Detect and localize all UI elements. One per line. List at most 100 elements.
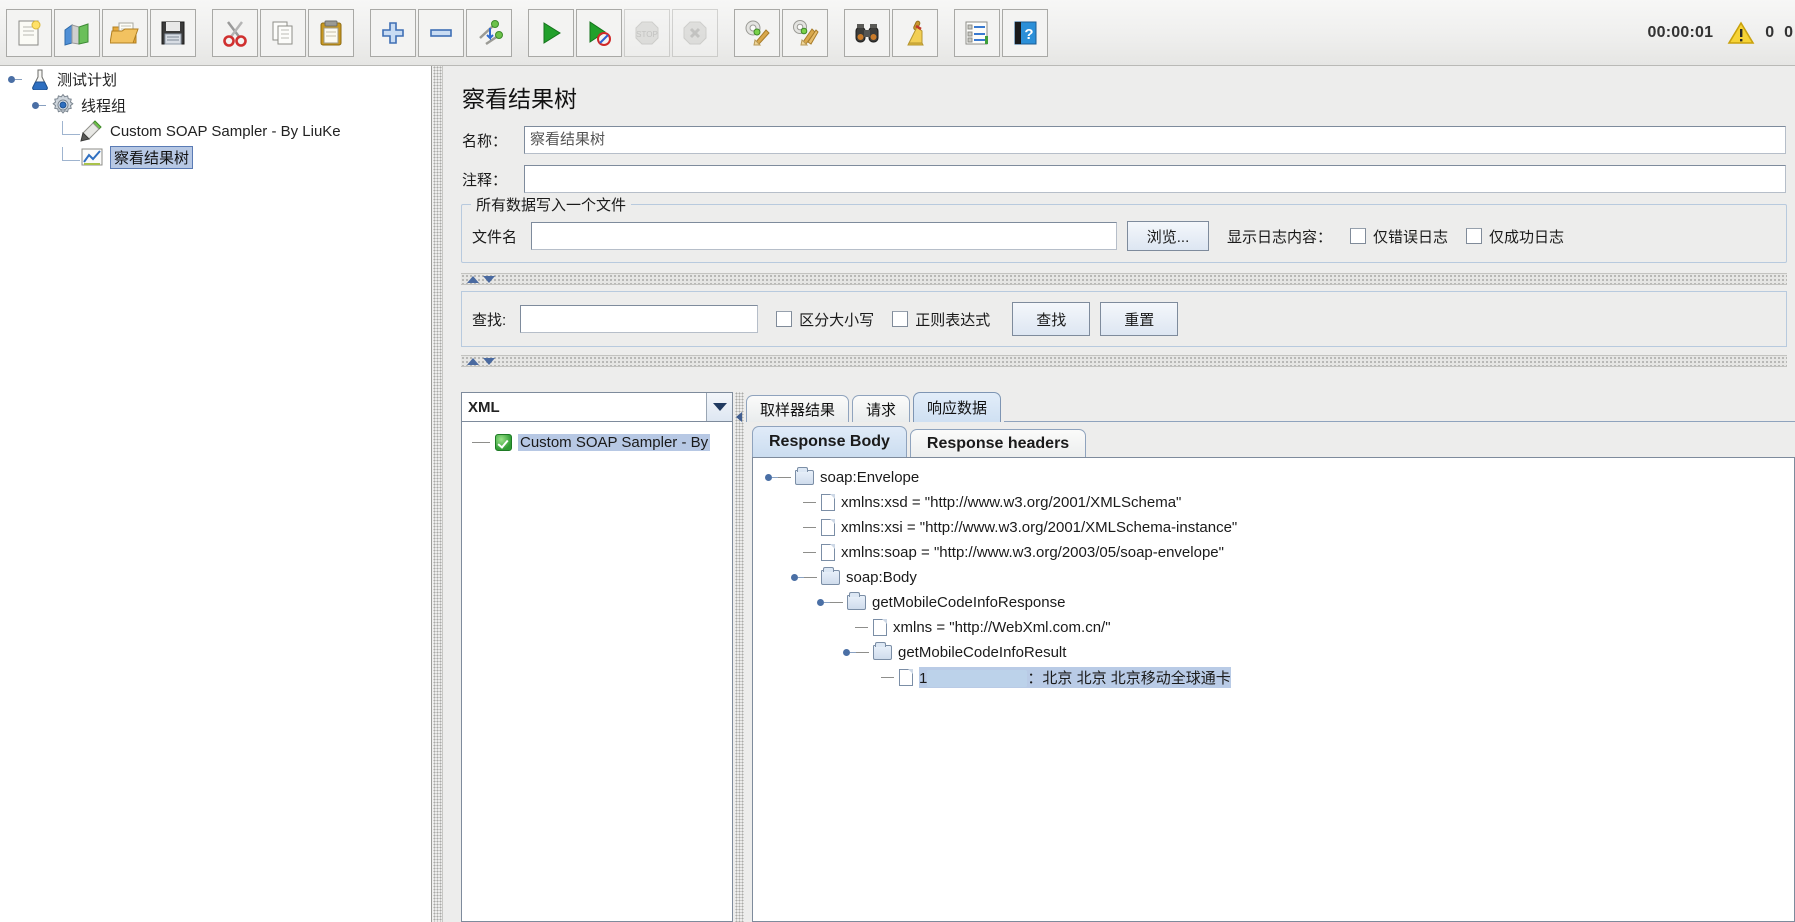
svg-text:STOP: STOP <box>636 30 658 39</box>
filename-input[interactable] <box>531 222 1118 250</box>
vertical-split-divider[interactable] <box>735 392 744 922</box>
collapse-up-icon[interactable] <box>467 357 479 365</box>
xml-response-tree[interactable]: soap:Envelope xmlns:xsd = "http://www.w3… <box>752 457 1795 922</box>
xml-tree-node[interactable]: getMobileCodeInfoResponse <box>753 590 1794 615</box>
toggle-button[interactable] <box>466 8 512 57</box>
stop-button[interactable]: STOP <box>624 8 670 57</box>
success-only-checkbox[interactable]: 仅成功日志 <box>1466 226 1564 247</box>
gear-broom-all-icon <box>793 19 819 45</box>
subtab-response-body[interactable]: Response Body <box>752 426 907 457</box>
subtab-response-headers[interactable]: Response headers <box>909 429 1087 457</box>
tab-sampler-result[interactable]: 取样器结果 <box>746 395 850 422</box>
xml-node-suffix: ：北京 北京 北京移动全球通卡 <box>1027 670 1231 687</box>
expander-icon[interactable] <box>32 100 46 111</box>
search-submit-button[interactable]: 查找 <box>1012 302 1091 336</box>
tree-node-soap-sampler[interactable]: Custom SOAP Sampler - By LiuKe <box>0 118 431 144</box>
help-button[interactable]: ? <box>1002 8 1048 57</box>
warning-indicator[interactable]: 0 <box>1727 20 1774 46</box>
expand-all-button[interactable] <box>370 8 416 57</box>
binoculars-icon <box>855 23 879 42</box>
xml-tree-node[interactable]: getMobileCodeInfoResult <box>753 640 1794 665</box>
xml-tree-node[interactable]: xmlns:soap = "http://www.w3.org/2003/05/… <box>753 540 1794 565</box>
xml-tree-node[interactable]: xmlns = "http://WebXml.com.cn/" <box>753 615 1794 640</box>
collapse-down-icon[interactable] <box>483 275 495 283</box>
tree-node-label: 察看结果树 <box>110 145 194 169</box>
upper-split-divider[interactable] <box>461 273 1787 285</box>
errors-only-checkbox[interactable]: 仅错误日志 <box>1350 226 1448 247</box>
name-input[interactable]: 察看结果树 <box>524 126 1786 154</box>
copy-button[interactable] <box>260 8 306 57</box>
tree-node-label: 线程组 <box>81 97 127 115</box>
start-no-timers-button[interactable] <box>576 8 622 57</box>
minus-icon <box>430 28 452 37</box>
search-reset-button[interactable]: 重置 <box>1100 302 1179 336</box>
regex-checkbox[interactable]: 正则表达式 <box>892 309 990 330</box>
tab-response-data[interactable]: 响应数据 <box>913 392 1002 422</box>
tab-request[interactable]: 请求 <box>852 395 911 422</box>
renderer-dropdown[interactable]: XML <box>461 392 733 422</box>
list-item[interactable]: Custom SOAP Sampler - By <box>462 430 732 454</box>
tree-node-label: Custom SOAP Sampler - By LiuKe <box>110 122 341 140</box>
plus-icon <box>382 21 404 44</box>
reset-search-button[interactable] <box>892 8 938 57</box>
save-button[interactable] <box>150 8 196 57</box>
xml-tree-node[interactable]: soap:Envelope <box>753 465 1794 490</box>
sampler-results-list[interactable]: Custom SOAP Sampler - By <box>461 422 733 922</box>
comment-input[interactable] <box>524 165 1786 193</box>
expander-icon[interactable] <box>791 571 804 584</box>
checkbox-box[interactable] <box>776 311 793 327</box>
browse-button[interactable]: 浏览... <box>1127 221 1210 251</box>
xml-result-value: 1XXXXXXXXXX：北京 北京 北京移动全球通卡 <box>919 667 1231 688</box>
open-button[interactable] <box>102 8 148 57</box>
xml-tree-node[interactable]: xmlns:xsi = "http://www.w3.org/2001/XMLS… <box>753 515 1794 540</box>
xml-tree-node[interactable]: 1XXXXXXXXXX：北京 北京 北京移动全球通卡 <box>753 665 1794 690</box>
tree-connector <box>803 527 816 528</box>
shutdown-button[interactable] <box>672 8 718 57</box>
checkbox-box[interactable] <box>892 311 909 327</box>
split-collapse-icon[interactable] <box>736 412 742 422</box>
thread-count: 0 <box>1784 23 1793 41</box>
document-icon <box>821 494 835 511</box>
results-splitpane: XML Custom SOAP Sampler - By 取样器结果 请求 响应… <box>461 392 1795 922</box>
collapse-all-button[interactable] <box>418 8 464 57</box>
expander-icon[interactable] <box>765 471 778 484</box>
elapsed-time: 00:00:01 <box>1647 23 1714 41</box>
new-test-plan-button[interactable] <box>6 8 52 57</box>
tree-node-view-results-tree[interactable]: 察看结果树 <box>0 144 431 170</box>
find-input[interactable] <box>520 305 759 333</box>
xml-node-label: soap:Body <box>846 569 917 586</box>
success-only-label: 仅成功日志 <box>1489 228 1565 246</box>
renderer-dropdown-button[interactable] <box>706 393 732 421</box>
expander-icon[interactable] <box>817 596 830 609</box>
paste-button[interactable] <box>308 8 354 57</box>
lower-split-divider[interactable] <box>461 355 1787 367</box>
xml-tree-node[interactable]: xmlns:xsd = "http://www.w3.org/2001/XMLS… <box>753 490 1794 515</box>
clear-button[interactable] <box>734 8 780 57</box>
clear-all-button[interactable] <box>782 8 828 57</box>
xml-tree-node[interactable]: soap:Body <box>753 565 1794 590</box>
filename-row: 文件名 浏览... 显示日志内容： 仅错误日志 仅成功日志 <box>472 221 1776 251</box>
templates-button[interactable] <box>54 8 100 57</box>
horizontal-split-divider[interactable] <box>433 66 443 922</box>
search-button[interactable] <box>844 8 890 57</box>
checkbox-box[interactable] <box>1466 228 1483 244</box>
broom-icon <box>907 20 924 45</box>
page-title: 察看结果树 <box>462 86 577 112</box>
cut-button[interactable] <box>212 8 258 57</box>
checkbox-box[interactable] <box>1350 228 1367 244</box>
function-helper-button[interactable] <box>954 8 1000 57</box>
collapse-up-icon[interactable] <box>467 275 479 283</box>
expander-icon[interactable] <box>8 74 22 85</box>
start-button[interactable] <box>528 8 574 57</box>
tree-connector <box>856 652 869 653</box>
tree-node-thread-group[interactable]: 线程组 <box>0 92 431 118</box>
tree-node-test-plan[interactable]: 测试计划 <box>0 66 431 92</box>
test-plan-tree[interactable]: 测试计划 线程组 Custom SOAP Sampler - By LiuKe <box>0 66 432 922</box>
log-display-label: 显示日志内容： <box>1227 228 1333 246</box>
case-sensitive-checkbox[interactable]: 区分大小写 <box>776 309 874 330</box>
result-detail-column: 取样器结果 请求 响应数据 Response Body Response hea… <box>746 392 1795 922</box>
expander-icon[interactable] <box>843 646 856 659</box>
document-icon <box>873 619 887 636</box>
collapse-down-icon[interactable] <box>483 357 495 365</box>
success-check-icon <box>495 433 512 451</box>
